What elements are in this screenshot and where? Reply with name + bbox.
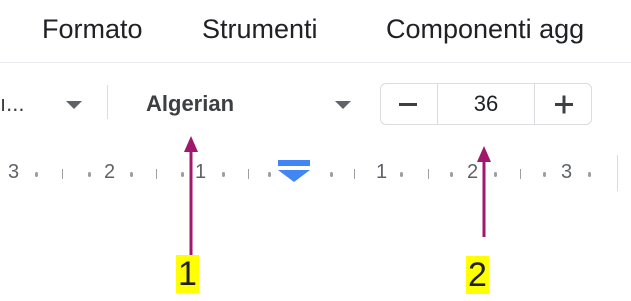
font-size-input[interactable]: 36 xyxy=(437,84,535,124)
ruler-tick xyxy=(62,169,63,179)
ruler-tick xyxy=(156,169,157,179)
callout-label-1: 1 xyxy=(176,255,199,293)
plus-icon xyxy=(555,95,573,114)
ruler-tick xyxy=(222,172,225,177)
ruler-label: 3 xyxy=(561,161,573,183)
font-family-value: Algerian xyxy=(146,91,235,116)
ruler-tick xyxy=(130,172,133,177)
chevron-down-icon xyxy=(335,101,351,109)
menu-componenti-aggiuntivi[interactable]: Componenti agg xyxy=(386,13,584,45)
paragraph-style-select[interactable]: ı... xyxy=(0,83,100,123)
ruler-tick xyxy=(354,169,355,179)
paragraph-style-label: ı... xyxy=(0,91,25,116)
ruler-tick xyxy=(268,172,271,177)
ruler-tick xyxy=(450,172,453,177)
ruler-tick xyxy=(428,169,429,179)
ruler-tick xyxy=(330,172,333,177)
ruler-tick xyxy=(181,172,184,177)
ruler-tick xyxy=(35,172,38,177)
indent-marker-icon[interactable] xyxy=(277,160,311,182)
ruler-tick xyxy=(248,169,249,179)
ruler-label: 1 xyxy=(195,161,207,183)
chevron-down-icon xyxy=(66,101,82,109)
menu-strumenti[interactable]: Strumenti xyxy=(202,13,318,45)
ruler-tick xyxy=(520,169,521,179)
ruler-tick xyxy=(494,172,497,177)
ruler-label: 3 xyxy=(8,161,20,183)
formatting-toolbar: ı... Algerian 36 xyxy=(0,63,631,155)
toolbar-separator xyxy=(107,85,108,119)
menu-bar: Formato Strumenti Componenti agg xyxy=(0,0,631,62)
ruler-tick xyxy=(588,172,591,177)
decrease-font-size-button[interactable] xyxy=(381,84,435,124)
horizontal-ruler[interactable]: 3 2 1 1 2 3 xyxy=(0,155,631,191)
font-size-stepper: 36 xyxy=(380,83,592,125)
font-family-select[interactable]: Algerian xyxy=(130,83,370,123)
ruler-label: 1 xyxy=(376,161,388,183)
ruler-right-margin xyxy=(617,155,618,191)
callout-label-2: 2 xyxy=(466,256,489,294)
ruler-tick xyxy=(88,172,91,177)
ruler-label: 2 xyxy=(104,161,116,183)
ruler-label: 2 xyxy=(467,161,479,183)
ruler-tick xyxy=(543,172,546,177)
ruler-tick xyxy=(400,172,403,177)
minus-icon xyxy=(399,103,417,106)
menu-formato[interactable]: Formato xyxy=(42,13,143,45)
increase-font-size-button[interactable] xyxy=(537,84,591,124)
